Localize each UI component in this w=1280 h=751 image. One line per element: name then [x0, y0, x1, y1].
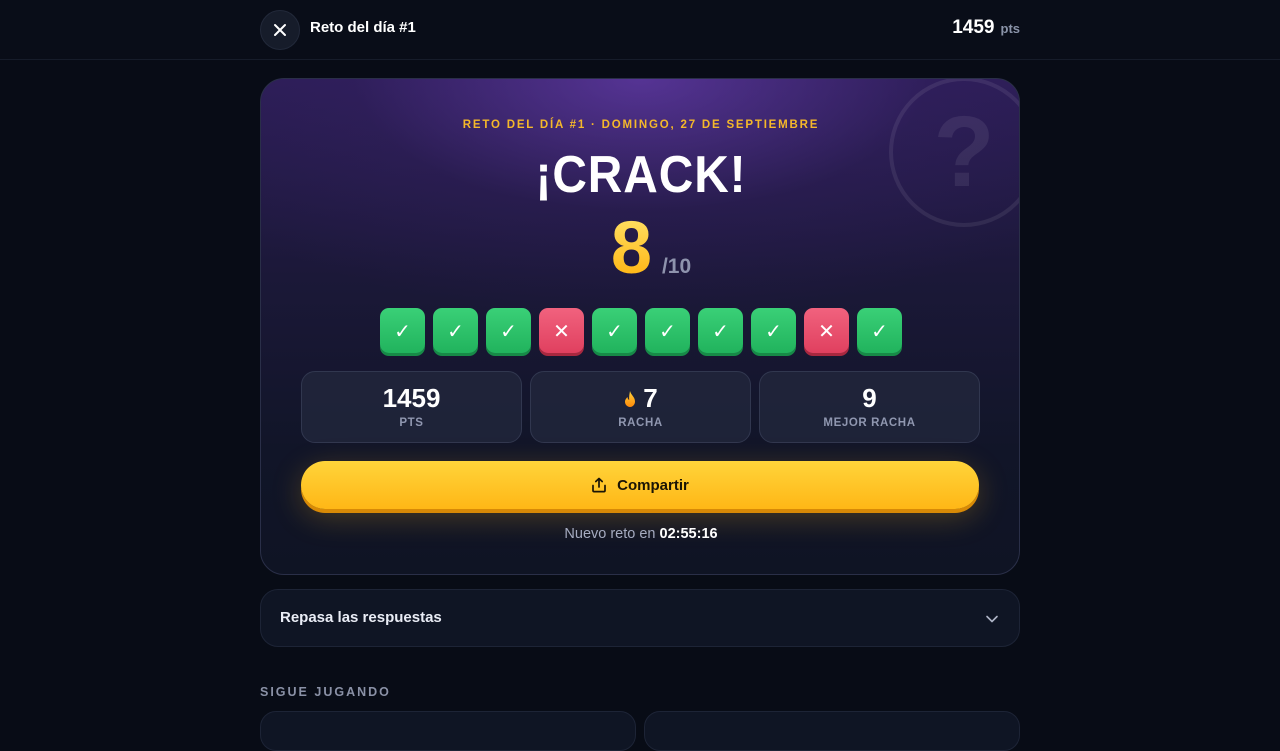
game-card[interactable] — [260, 711, 636, 751]
share-button-label: Compartir — [617, 476, 689, 494]
score-total: /10 — [661, 255, 692, 278]
next-challenge-prefix: Nuevo reto en — [564, 526, 660, 542]
answer-result-9: ✕ — [804, 308, 849, 353]
share-button[interactable]: Compartir — [301, 461, 979, 509]
page-title: Reto del día #1 — [310, 19, 416, 36]
answer-result-8: ✓ — [751, 308, 796, 353]
score-value: 8 — [610, 206, 652, 289]
stat-streak-value: 7 — [643, 383, 658, 414]
total-score: 1459 pts — [952, 17, 1020, 39]
result-score: 8 /10 — [261, 206, 1019, 289]
game-card[interactable] — [644, 711, 1020, 751]
review-answers-label: Repasa las respuestas — [280, 609, 442, 626]
stat-best-streak-label: MEJOR RACHA — [823, 416, 916, 429]
answer-summary: ✓ ✓ ✓ ✕ ✓ ✓ ✓ ✓ ✕ ✓ — [380, 308, 902, 353]
stats-row: 1459 PTS 7 RACHA 9 MEJOR RACHA — [301, 371, 980, 443]
answer-result-10: ✓ — [857, 308, 902, 353]
answer-result-3: ✓ — [486, 308, 531, 353]
answer-result-4: ✕ — [539, 308, 584, 353]
share-icon — [592, 477, 607, 493]
close-button[interactable] — [260, 10, 300, 50]
flame-icon — [625, 390, 636, 407]
keep-playing-title: SIGUE JUGANDO — [260, 685, 391, 699]
close-icon — [274, 24, 286, 36]
next-challenge: Nuevo reto en 02:55:16 — [261, 526, 1019, 542]
answer-result-1: ✓ — [380, 308, 425, 353]
answer-result-2: ✓ — [433, 308, 478, 353]
stat-best-streak: 9 MEJOR RACHA — [759, 371, 980, 443]
top-bar: Reto del día #1 1459 pts — [0, 0, 1280, 60]
result-subtitle: RETO DEL DÍA #1 · DOMINGO, 27 DE SEPTIEM… — [462, 119, 820, 131]
stat-points-value: 1459 — [382, 383, 441, 414]
stat-points: 1459 PTS — [301, 371, 522, 443]
stat-streak: 7 RACHA — [530, 371, 751, 443]
total-score-unit: pts — [1000, 21, 1021, 36]
result-card: ? RETO DEL DÍA #1 · DOMINGO, 27 DE SEPTI… — [260, 78, 1020, 575]
stat-streak-value-wrap: 7 — [623, 383, 658, 414]
answer-result-7: ✓ — [698, 308, 743, 353]
next-challenge-countdown: 02:55:16 — [659, 526, 718, 542]
stat-best-streak-value: 9 — [862, 383, 877, 414]
chevron-down-icon — [986, 615, 998, 623]
answer-result-6: ✓ — [645, 308, 690, 353]
result-headline: ¡CRACK! — [535, 146, 747, 204]
total-score-value: 1459 — [952, 17, 995, 38]
answer-result-5: ✓ — [592, 308, 637, 353]
stat-streak-label: RACHA — [618, 416, 663, 429]
stat-points-label: PTS — [399, 416, 424, 429]
review-answers-accordion[interactable]: Repasa las respuestas — [260, 589, 1020, 647]
